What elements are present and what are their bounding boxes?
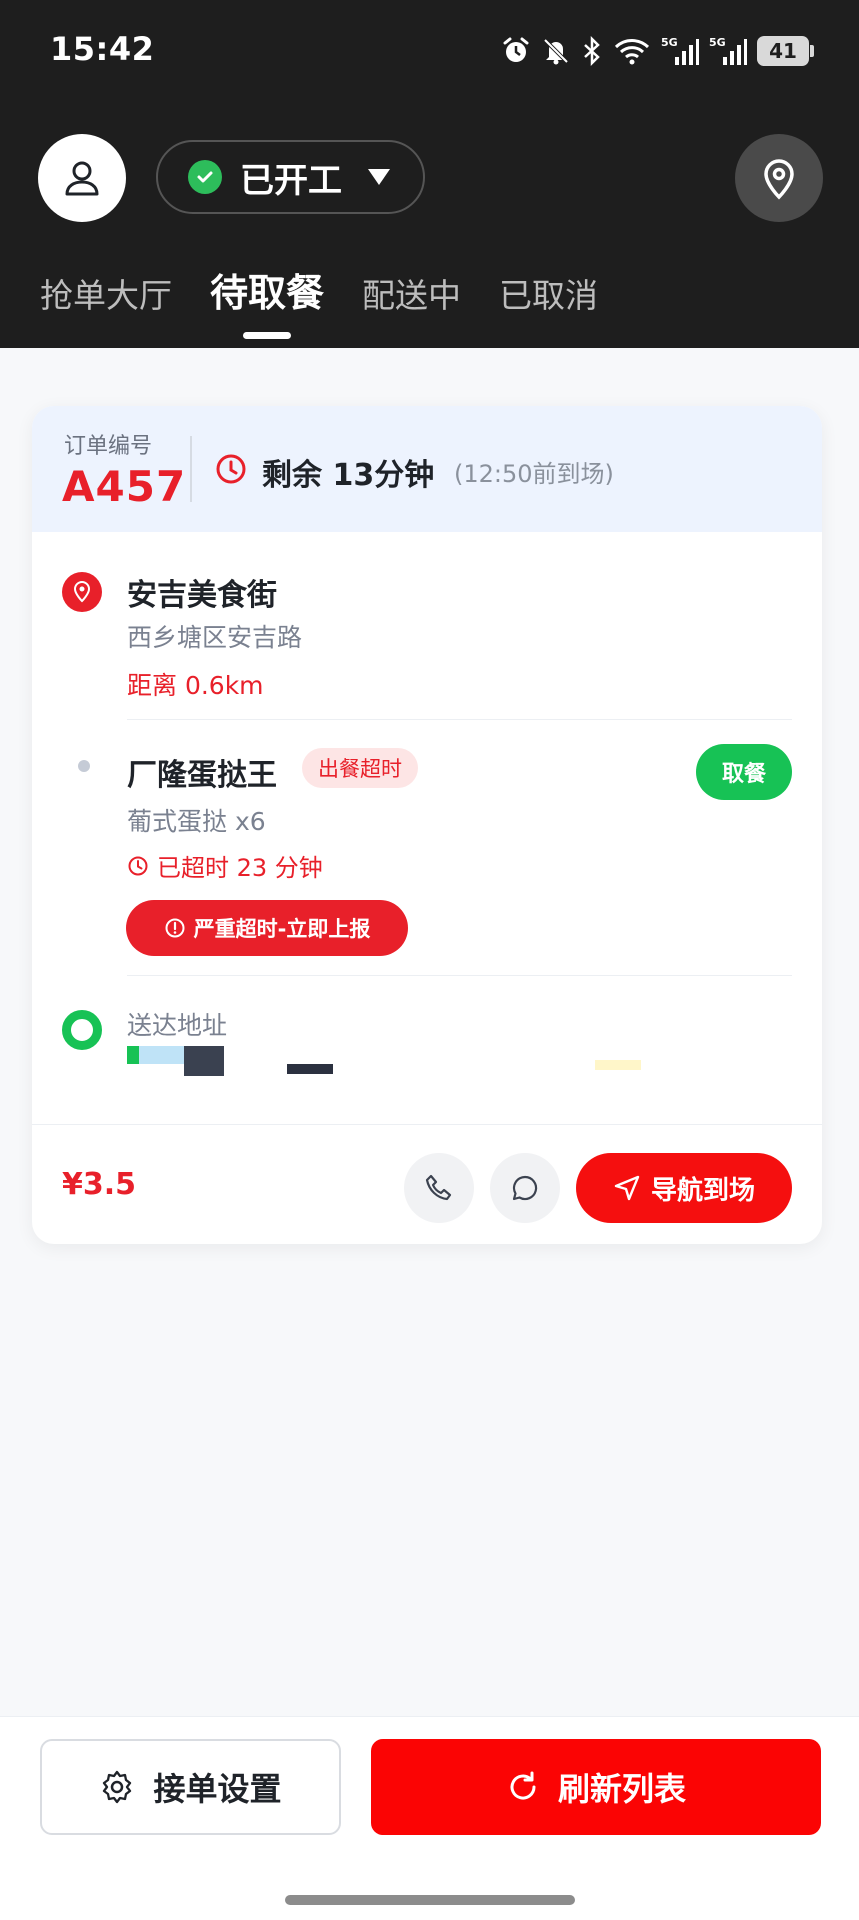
bottom-action-bar: 接单设置 刷新列表 — [0, 1716, 859, 1920]
order-tabs: 抢单大厅 待取餐 配送中 已取消 — [40, 262, 598, 345]
clock-icon — [128, 856, 148, 875]
report-label: 严重超时-立即上报 — [193, 917, 371, 941]
timeline-dot — [78, 760, 90, 772]
svg-text:5G: 5G — [661, 36, 678, 49]
bluetooth-icon — [581, 36, 603, 66]
tab-awaiting-pickup[interactable]: 待取餐 — [210, 262, 324, 345]
alarm-icon — [501, 36, 531, 66]
navigate-label: 导航到场 — [650, 1175, 755, 1206]
order-price: ¥3.5 — [62, 1167, 137, 1202]
status-badge: 出餐超时 — [302, 748, 418, 788]
redacted-address — [127, 1046, 747, 1082]
refresh-icon — [510, 1771, 536, 1800]
pickup-button[interactable]: 取餐 — [696, 744, 792, 800]
shop-section: 安吉美食街 西乡塘区安吉路 距离 0.6km — [32, 532, 822, 720]
status-time: 15:42 — [50, 30, 155, 68]
svg-text:5G: 5G — [709, 36, 726, 49]
phone-icon — [425, 1174, 452, 1201]
home-indicator[interactable] — [285, 1895, 575, 1905]
order-settings-label: 接单设置 — [153, 1770, 282, 1808]
item-shop-name: 厂隆蛋挞王 — [127, 758, 277, 793]
caret-down-icon — [368, 169, 390, 185]
order-settings-button[interactable]: 接单设置 — [40, 1739, 341, 1835]
order-card: 订单编号 A457 剩余 13分钟 (12:50前到场) 安吉美食街 西乡塘区安… — [32, 406, 822, 1244]
refresh-list-button[interactable]: 刷新列表 — [371, 1739, 821, 1835]
location-button[interactable] — [735, 134, 823, 222]
battery-icon: 41 — [757, 36, 814, 66]
refresh-list-label: 刷新列表 — [557, 1770, 686, 1808]
order-number-label: 订单编号 — [64, 434, 153, 459]
delivery-section: 送达地址 — [32, 976, 822, 1124]
work-status-dropdown[interactable]: 已开工 — [156, 140, 425, 214]
arrive-deadline: (12:50前到场) — [454, 460, 614, 488]
clock-icon — [214, 452, 248, 490]
wifi-icon — [613, 36, 651, 66]
destination-icon — [62, 1010, 102, 1050]
shop-address: 西乡塘区安吉路 — [127, 623, 303, 652]
chat-bubble-icon — [512, 1175, 538, 1201]
work-status-label: 已开工 — [240, 160, 342, 201]
call-button[interactable] — [404, 1153, 474, 1223]
app-header: 15:42 5G 5G 41 已开工 抢单大厅 待取餐 配送中 已取消 — [0, 0, 859, 348]
shop-pin-icon — [62, 572, 102, 612]
alert-icon — [165, 918, 185, 938]
check-icon — [188, 160, 222, 194]
navigate-button[interactable]: 导航到场 — [576, 1153, 792, 1223]
status-bar: 15:42 5G 5G 41 — [0, 0, 859, 100]
order-card-header: 订单编号 A457 剩余 13分钟 (12:50前到场) — [32, 406, 822, 532]
map-pin-icon — [764, 159, 794, 200]
message-button[interactable] — [490, 1153, 560, 1223]
tab-grab-hall[interactable]: 抢单大厅 — [40, 269, 172, 345]
shop-name: 安吉美食街 — [127, 578, 277, 613]
tab-delivering[interactable]: 配送中 — [362, 269, 461, 345]
avatar[interactable] — [38, 134, 126, 222]
order-number: A457 — [62, 462, 187, 511]
item-detail: 葡式蛋挞 x6 — [127, 807, 266, 836]
navigation-arrow-icon — [614, 1175, 640, 1201]
divider — [190, 436, 192, 502]
item-section: 厂隆蛋挞王 出餐超时 取餐 葡式蛋挞 x6 已超时 23 分钟 严重超时-立即上… — [32, 720, 822, 976]
overdue-label: 已超时 23 分钟 — [157, 854, 323, 882]
gear-icon — [103, 1770, 132, 1804]
order-card-footer: ¥3.5 导航到场 — [32, 1124, 822, 1244]
status-icons: 5G 5G 41 — [501, 30, 814, 72]
user-icon — [65, 161, 99, 196]
mute-icon — [541, 36, 571, 66]
report-overdue-button[interactable]: 严重超时-立即上报 — [126, 900, 408, 956]
signal-5g-icon: 5G — [661, 35, 699, 67]
remaining-time: 剩余 13分钟 — [262, 458, 435, 493]
shop-distance: 距离 0.6km — [127, 671, 264, 700]
signal-5g-icon: 5G — [709, 35, 747, 67]
delivery-label: 送达地址 — [127, 1011, 228, 1040]
overdue-time: 已超时 23 分钟 — [127, 848, 323, 883]
tab-cancelled[interactable]: 已取消 — [499, 269, 598, 345]
